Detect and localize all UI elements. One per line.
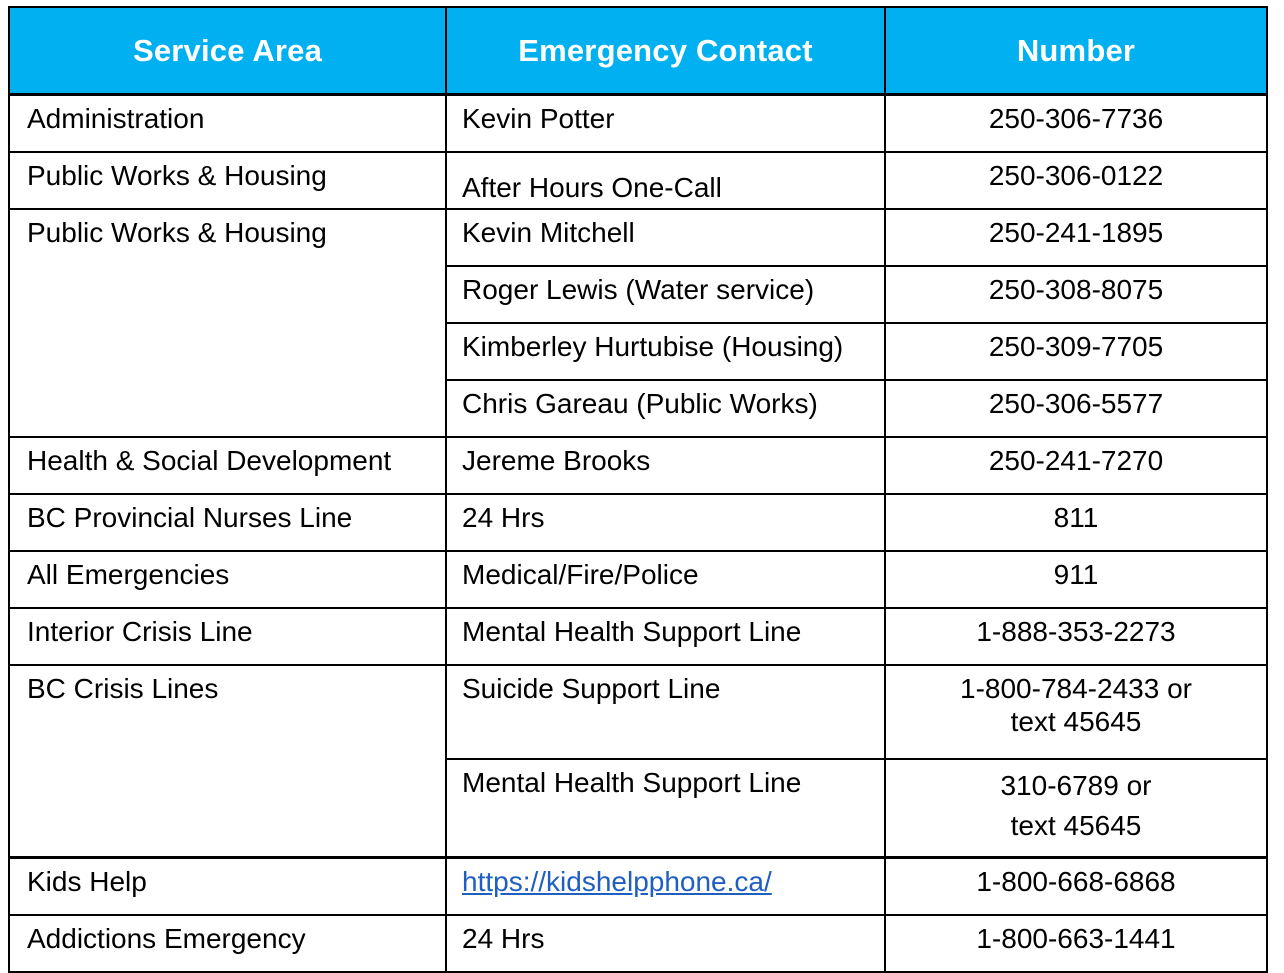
service-area-cell: Public Works & Housing xyxy=(8,151,447,210)
table-row: Interior Crisis Line Mental Health Suppo… xyxy=(8,607,1268,666)
number-cell: 811 xyxy=(884,493,1268,552)
number-line: 310-6789 or xyxy=(1000,770,1152,801)
header-row: Service Area Emergency Contact Number xyxy=(8,6,1268,96)
service-area-cell: Kids Help xyxy=(8,856,447,916)
number-cell: 250-308-8075 xyxy=(884,265,1268,324)
table-row: Health & Social Development Jereme Brook… xyxy=(8,436,1268,495)
kids-help-phone-link[interactable]: https://kidshelpphone.ca/ xyxy=(462,866,772,897)
contact-cell: https://kidshelpphone.ca/ xyxy=(445,856,886,916)
number-cell: 1-800-784-2433 or text 45645 xyxy=(884,664,1268,760)
contact-cell: Medical/Fire/Police xyxy=(445,550,886,609)
number-line: 1-800-784-2433 or xyxy=(960,673,1192,704)
number-cell: 250-306-5577 xyxy=(884,379,1268,438)
number-cell: 1-888-353-2273 xyxy=(884,607,1268,666)
service-area-cell: BC Crisis Lines xyxy=(8,664,447,859)
service-area-cell: All Emergencies xyxy=(8,550,447,609)
service-area-cell: Health & Social Development xyxy=(8,436,447,495)
number-cell: 250-241-1895 xyxy=(884,208,1268,267)
table-row: BC Crisis Lines Suicide Support Line 1-8… xyxy=(8,664,1268,859)
header-emergency-contact: Emergency Contact xyxy=(445,6,886,96)
number-line: text 45645 xyxy=(1010,810,1142,841)
table-row: BC Provincial Nurses Line 24 Hrs 811 xyxy=(8,493,1268,552)
contact-cell: Jereme Brooks xyxy=(445,436,886,495)
number-cell: 1-800-663-1441 xyxy=(884,914,1268,973)
header-service-area: Service Area xyxy=(8,6,447,96)
contact-cell: Mental Health Support Line xyxy=(445,758,886,859)
contact-cell: After Hours One-Call xyxy=(445,151,886,210)
table-row: Administration Kevin Potter 250-306-7736 xyxy=(8,93,1268,153)
contact-cell: Suicide Support Line xyxy=(445,664,886,760)
number-line: text 45645 xyxy=(1010,706,1142,737)
contact-cell: Chris Gareau (Public Works) xyxy=(445,379,886,438)
number-cell: 911 xyxy=(884,550,1268,609)
table-row: Public Works & Housing Kevin Mitchell 25… xyxy=(8,208,1268,438)
number-cell: 250-241-7270 xyxy=(884,436,1268,495)
contact-cell: Kimberley Hurtubise (Housing) xyxy=(445,322,886,381)
service-area-cell: Interior Crisis Line xyxy=(8,607,447,666)
contact-cell: Kevin Potter xyxy=(445,93,886,153)
table-row: Addictions Emergency 24 Hrs 1-800-663-14… xyxy=(8,914,1268,973)
contact-cell: 24 Hrs xyxy=(445,493,886,552)
header-number: Number xyxy=(884,6,1268,96)
service-area-cell: Administration xyxy=(8,93,447,153)
table-row: All Emergencies Medical/Fire/Police 911 xyxy=(8,550,1268,609)
emergency-contacts-table: Service Area Emergency Contact Number Ad… xyxy=(8,6,1268,973)
table-row: Kids Help https://kidshelpphone.ca/ 1-80… xyxy=(8,856,1268,916)
service-area-cell: Public Works & Housing xyxy=(8,208,447,438)
number-cell: 250-306-7736 xyxy=(884,93,1268,153)
contact-cell: 24 Hrs xyxy=(445,914,886,973)
contact-cell: Kevin Mitchell xyxy=(445,208,886,267)
service-area-cell: Addictions Emergency xyxy=(8,914,447,973)
number-cell: 250-309-7705 xyxy=(884,322,1268,381)
table-row: Public Works & Housing After Hours One-C… xyxy=(8,151,1268,210)
contact-cell: Roger Lewis (Water service) xyxy=(445,265,886,324)
number-cell: 250-306-0122 xyxy=(884,151,1268,210)
contact-cell: Mental Health Support Line xyxy=(445,607,886,666)
service-area-cell: BC Provincial Nurses Line xyxy=(8,493,447,552)
number-cell: 1-800-668-6868 xyxy=(884,856,1268,916)
number-cell: 310-6789 or text 45645 xyxy=(884,758,1268,859)
